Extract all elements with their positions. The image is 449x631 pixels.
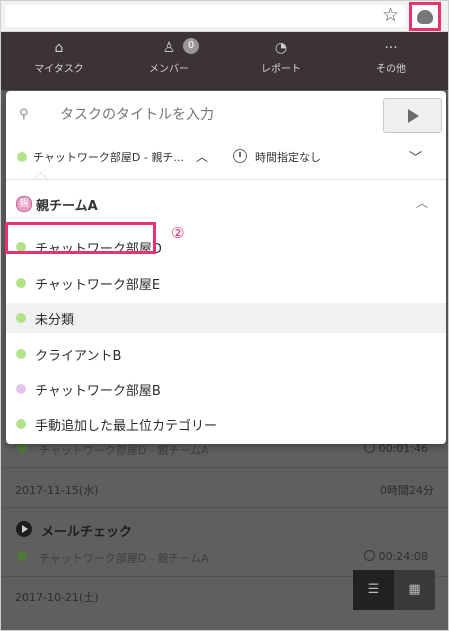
nav-report[interactable]: ◔ レポート — [241, 40, 321, 75]
divider — [1, 507, 448, 508]
highlight-box — [5, 222, 156, 254]
clock-icon — [363, 550, 375, 561]
team-icon: 親 — [16, 196, 32, 212]
category-dot — [16, 313, 26, 323]
group-label: 親チームA — [36, 199, 98, 214]
category-label: 手動追加した最上位カテゴリー — [35, 419, 218, 434]
nav-label: その他 — [376, 64, 406, 75]
category-dot — [16, 278, 26, 288]
calendar-icon[interactable]: ▦ — [394, 570, 435, 610]
member-count-badge: 0 — [183, 38, 199, 54]
list-item[interactable]: 未分類 — [6, 303, 446, 333]
task-input-row: ⚲ — [6, 91, 446, 139]
app-nav: ⌂ マイタスク ♙ メンバー 0 ◔ レポート ··· その他 — [1, 32, 448, 90]
tag-icon: ⚲ — [19, 107, 29, 122]
day-duration: 0時間24分 — [380, 484, 434, 497]
entry-title: メールチェック — [41, 525, 133, 540]
nav-label: メンバー — [149, 64, 189, 75]
category-label: チャットワーク部屋B — [35, 384, 161, 399]
more-dots-icon: ··· — [384, 40, 398, 56]
chevron-up-icon[interactable]: ︿ — [196, 148, 208, 165]
category-dot — [16, 419, 26, 429]
annotation-2: ② — [171, 224, 185, 242]
entry-category: チャットワーク部屋D - 親チームA — [39, 444, 209, 457]
clock-icon — [233, 149, 247, 163]
nav-label: レポート — [261, 64, 301, 75]
list-item[interactable]: クライアントB — [6, 339, 446, 369]
screenshot-frame: ☆ ① ⌂ マイタスク ♙ メンバー 0 ◔ レポート ··· その他 チャット… — [0, 0, 449, 631]
nav-other[interactable]: ··· その他 — [351, 40, 431, 75]
view-toggle: ☰ ▦ — [353, 570, 435, 610]
list-item[interactable]: 手動追加した最上位カテゴリー — [6, 409, 446, 439]
date-header: 2017-10-21(土) — [15, 591, 99, 604]
category-select[interactable]: チャットワーク部屋D - 親チ... — [33, 149, 184, 165]
group-header[interactable]: 親 親チームA ︿ — [6, 191, 446, 219]
category-dot — [16, 384, 26, 394]
nav-my-tasks[interactable]: ⌂ マイタスク — [19, 40, 99, 75]
star-outline-icon[interactable]: ☆ — [382, 4, 399, 26]
list-item[interactable]: チャットワーク部屋E — [6, 268, 446, 298]
home-icon: ⌂ — [54, 40, 64, 56]
entry-category: チャットワーク部屋D - 親チームA — [39, 552, 209, 565]
address-bar[interactable] — [5, 5, 405, 27]
nav-label: マイタスク — [34, 64, 84, 75]
list-icon[interactable]: ☰ — [353, 570, 394, 610]
elephant-extension-icon — [417, 10, 433, 24]
chevron-up-icon[interactable]: ︿ — [416, 194, 428, 211]
category-dot — [17, 152, 27, 162]
entry-time: 00:24:08 — [363, 550, 428, 563]
divider — [1, 467, 448, 468]
date-header: 2017-11-15(水) — [15, 484, 99, 497]
category-dot — [17, 551, 27, 561]
timer-popup: ⚲ チャットワーク部屋D - 親チ... ︿ 時間指定なし ﹀ 親 親チームA … — [6, 91, 446, 444]
chevron-down-icon[interactable]: ﹀ — [409, 147, 422, 166]
browser-toolbar: ☆ — [1, 1, 448, 32]
selector-row: チャットワーク部屋D - 親チ... ︿ 時間指定なし ﹀ — [6, 139, 446, 179]
category-label: クライアントB — [35, 349, 122, 364]
play-icon[interactable] — [16, 521, 32, 537]
category-dot — [17, 443, 27, 453]
start-timer-button[interactable] — [383, 98, 442, 133]
list-item[interactable]: チャットワーク部屋B — [6, 374, 446, 404]
time-setting[interactable]: 時間指定なし — [255, 149, 321, 165]
category-dropdown: 親 親チームA ︿ チャットワーク部屋D チャットワーク部屋E 未分類 クライア… — [6, 180, 446, 444]
pie-chart-icon: ◔ — [274, 40, 288, 56]
category-label: 未分類 — [35, 313, 75, 328]
extension-button[interactable] — [409, 2, 441, 31]
task-title-input[interactable] — [60, 107, 234, 123]
category-label: チャットワーク部屋E — [35, 278, 161, 293]
category-dot — [16, 349, 26, 359]
